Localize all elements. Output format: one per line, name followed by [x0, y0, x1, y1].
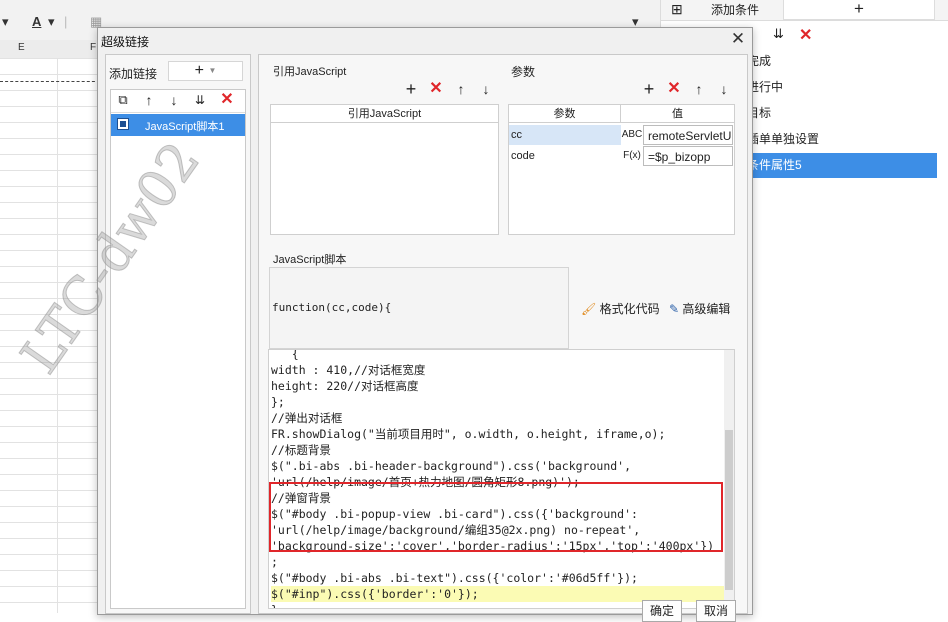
params-table: 参数 值 cc ABC remoteServletU code F(x) =$p…	[508, 104, 735, 235]
add-icon[interactable]: +	[639, 79, 659, 99]
delete-icon[interactable]: ✕	[799, 25, 812, 45]
code-line[interactable]: //弹出对话框	[271, 410, 342, 426]
edit-icon: ✎	[669, 302, 680, 316]
arrow-up-icon[interactable]: ↑	[451, 79, 471, 99]
code-line[interactable]: {	[271, 350, 299, 362]
ref-js-section-title: 引用JavaScript	[273, 66, 347, 78]
column-header-e[interactable]: E	[18, 42, 25, 53]
code-line[interactable]: $(".bi-abs .bi-header-background").css('…	[271, 458, 631, 474]
format-code-button[interactable]: 🖌 格式化代码	[581, 300, 660, 317]
value-column-header: 值	[621, 105, 734, 123]
add-icon[interactable]: +	[401, 79, 421, 99]
js-function-header: function(cc,code){	[269, 267, 569, 349]
link-list-toolbar: ⧉ ↑ ↓ ⇊ ✕	[111, 90, 245, 113]
column-header-f[interactable]: F	[90, 42, 96, 53]
js-section-title: JavaScript脚本	[273, 254, 347, 266]
font-color-icon[interactable]: A	[32, 14, 41, 29]
ref-js-table[interactable]: 引用JavaScript	[270, 104, 499, 235]
dropdown-arrow-icon[interactable]: ▾	[48, 14, 55, 30]
delete-icon[interactable]: ✕	[426, 79, 446, 99]
param-name-cell[interactable]: code	[509, 146, 621, 166]
code-editor[interactable]: {width : 410,//对话框宽度 height: 220//对话框高度};…	[268, 349, 735, 609]
hyperlink-dialog: 超级链接 ✕ 添加链接 + ▼ ⧉ ↑ ↓ ⇊ ✕ JavaScript脚本1 …	[97, 27, 753, 622]
arrow-down-icon[interactable]: ↓	[714, 79, 734, 99]
code-line[interactable]: };	[271, 394, 285, 410]
column-header-bar: E F	[0, 40, 100, 59]
move-bottom-icon[interactable]: ⇊	[190, 90, 210, 110]
arrow-up-icon[interactable]: ↑	[139, 90, 159, 110]
selection-dashes	[0, 81, 100, 82]
delete-icon[interactable]: ✕	[217, 90, 237, 110]
code-line[interactable]: height: 220//对话框高度	[271, 378, 419, 394]
dialog-title: 超级链接	[101, 35, 150, 49]
text-type-icon[interactable]: ABC	[621, 125, 643, 145]
code-line[interactable]: width : 410,//对话框宽度	[271, 362, 425, 378]
grid-icon[interactable]: ⊞	[671, 1, 683, 18]
code-line[interactable]: FR.showDialog("当前项目用时", o.width, o.heigh…	[271, 426, 665, 442]
code-line[interactable]: $("#body .bi-abs .bi-text").css({'color'…	[271, 570, 638, 586]
add-condition-label: 添加条件	[711, 3, 760, 17]
param-value-field[interactable]: remoteServletU	[643, 125, 733, 145]
code-line[interactable]: }	[271, 602, 278, 608]
add-link-button[interactable]: + ▼	[168, 61, 243, 81]
params-section-title: 参数	[511, 65, 536, 79]
arrow-down-icon[interactable]: ↓	[476, 79, 496, 99]
link-item-javascript[interactable]: JavaScript脚本1	[111, 114, 245, 136]
arrow-up-icon[interactable]: ↑	[689, 79, 709, 99]
script-icon	[117, 118, 129, 130]
move-bottom-icon[interactable]: ⇊	[773, 26, 784, 42]
code-line[interactable]: //标题背景	[271, 442, 331, 458]
params-column-header: 参数	[509, 105, 621, 123]
ok-button[interactable]: 确定	[642, 600, 682, 622]
editor-scrollbar[interactable]	[724, 350, 734, 608]
advanced-edit-button[interactable]: ✎ 高级编辑	[669, 300, 730, 317]
function-signature: function(cc,code){	[272, 301, 392, 314]
arrow-down-icon[interactable]: ↓	[164, 90, 184, 110]
add-condition-button[interactable]: +	[783, 0, 935, 20]
param-name-cell[interactable]: cc	[509, 125, 621, 145]
brush-icon: 🖌	[581, 302, 597, 316]
ref-js-column-header: 引用JavaScript	[271, 105, 498, 123]
link-item-label: JavaScript脚本1	[145, 121, 225, 133]
toolbar-divider: |	[64, 14, 68, 29]
link-list-pane: 添加链接 + ▼ ⧉ ↑ ↓ ⇊ ✕ JavaScript脚本1	[105, 54, 251, 614]
link-detail-pane: 引用JavaScript + ✕ ↑ ↓ 引用JavaScript 参数 + ✕…	[258, 54, 748, 614]
highlight-annotation-box	[269, 482, 723, 552]
close-icon[interactable]: ✕	[728, 29, 748, 49]
scrollbar-thumb[interactable]	[725, 430, 733, 590]
cancel-button[interactable]: 取消	[696, 600, 736, 622]
delete-icon[interactable]: ✕	[664, 79, 684, 99]
add-link-label: 添加链接	[109, 67, 158, 81]
formula-type-icon[interactable]: F(x)	[621, 146, 643, 166]
chevron-down-icon: ▼	[208, 66, 217, 75]
code-line[interactable]: ;	[271, 554, 278, 570]
copy-icon[interactable]: ⧉	[113, 90, 133, 110]
dropdown-arrow-icon[interactable]: ▾	[2, 14, 9, 30]
param-value-field[interactable]: =$p_bizopp	[643, 146, 733, 166]
condition-panel-header: ⊞ 添加条件 +	[661, 0, 948, 21]
